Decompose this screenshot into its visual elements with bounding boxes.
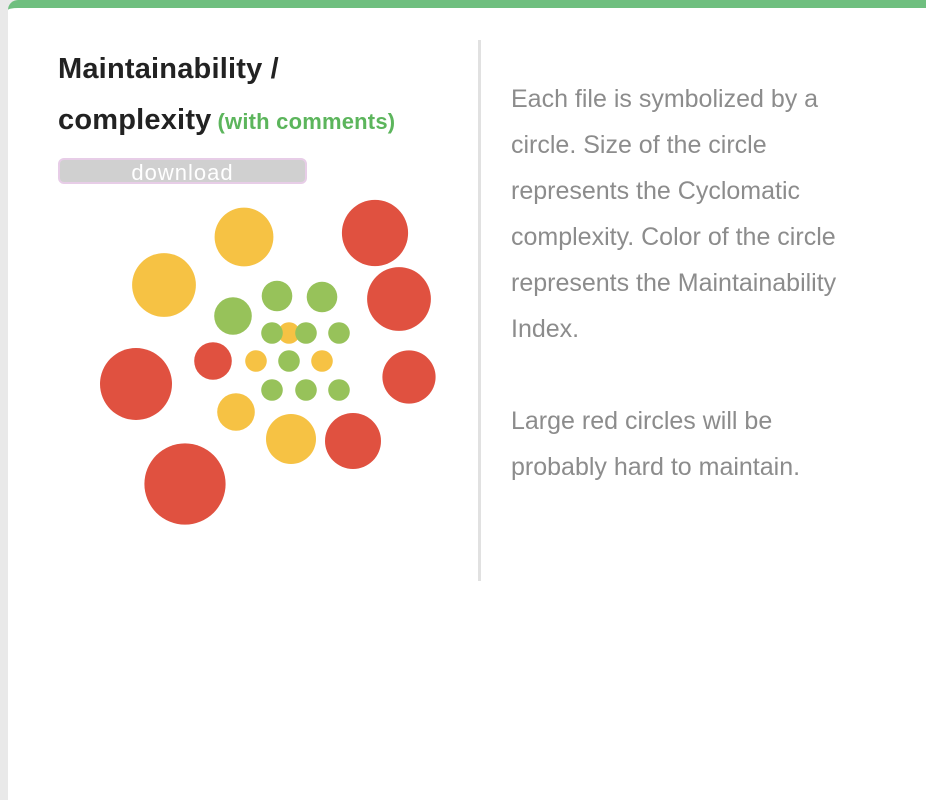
maintainability-card: Maintainability / complexity (with commen… [8,0,926,800]
file-circle-bad[interactable] [144,443,226,525]
file-circle-warning[interactable] [266,414,316,464]
file-circle-bad[interactable] [100,348,172,420]
card-title: Maintainability / complexity (with commen… [58,44,458,147]
file-circle-warning[interactable] [217,393,255,431]
file-circle-good[interactable] [295,379,317,401]
card-header: Maintainability / complexity (with commen… [58,44,458,147]
file-circle-good[interactable] [295,322,317,344]
file-circle-good[interactable] [261,379,283,401]
file-circle-warning[interactable] [311,350,333,372]
file-circle-good[interactable] [328,322,350,344]
file-circle-warning[interactable] [245,350,267,372]
file-circle-bad[interactable] [194,342,232,380]
file-circle-good[interactable] [261,322,283,344]
vertical-divider [478,40,481,581]
file-circle-good[interactable] [278,350,300,372]
description-paragraph-1: Each file is symbolized by a circle. Siz… [511,85,837,343]
file-circle-bad[interactable] [367,267,431,331]
file-circle-warning[interactable] [132,253,196,317]
file-circle-bad[interactable] [341,199,409,267]
file-circle-bad[interactable] [325,413,381,469]
file-circle-good[interactable] [306,281,338,313]
download-button[interactable]: download [58,158,307,184]
file-circle-warning[interactable] [214,207,274,267]
complexity-bubble-chart [100,199,436,525]
file-circle-good[interactable] [261,280,293,312]
file-circle-bad[interactable] [382,350,436,404]
card-title-suffix: (with comments) [217,109,396,134]
file-circle-good[interactable] [328,379,350,401]
description: Each file is symbolized by a circle. Siz… [511,76,871,490]
description-paragraph-2: Large red circles will be probably hard … [511,407,801,481]
file-circle-good[interactable] [214,297,252,335]
